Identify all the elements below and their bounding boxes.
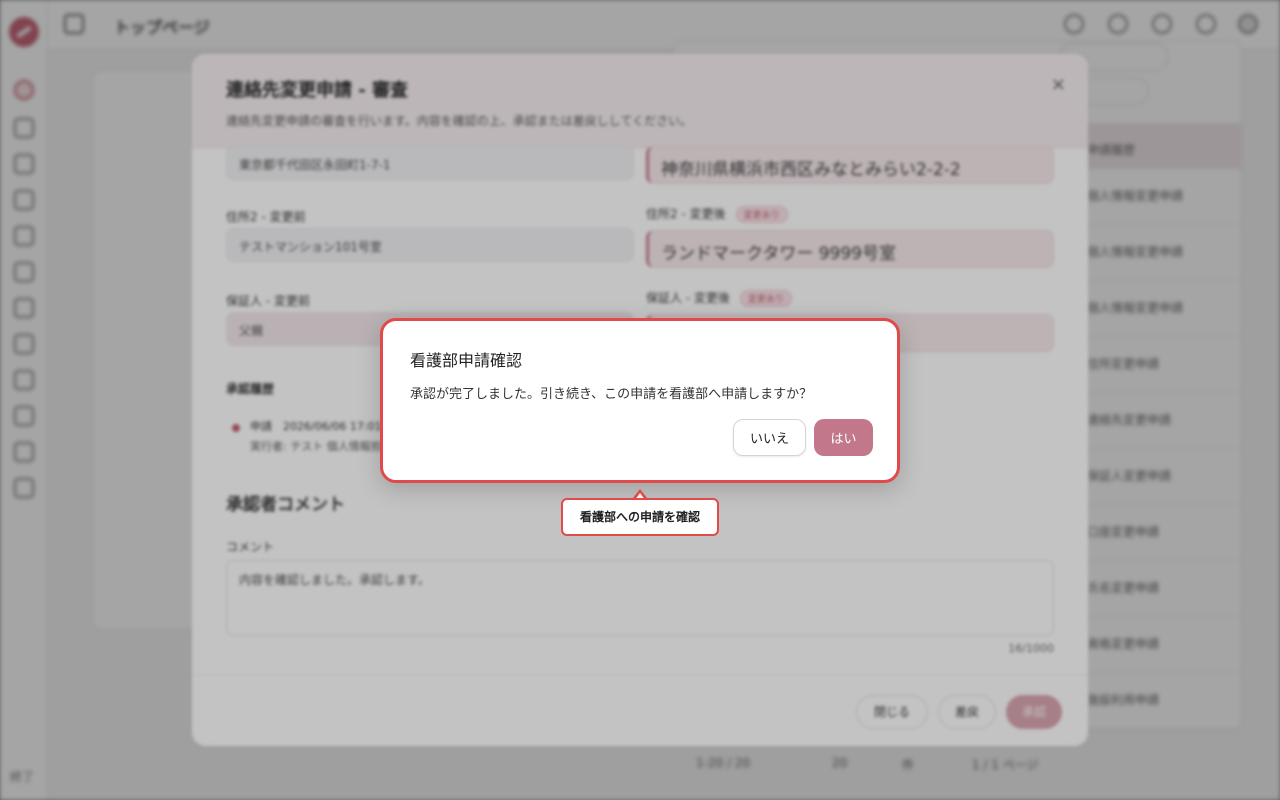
dialog-title: 看護部申請確認 [410, 351, 523, 370]
confirm-dialog: 看護部申請確認 承認が完了しました。引き続き、この申請を看護部へ申請しますか？ … [380, 318, 900, 483]
yes-button[interactable]: はい [814, 419, 873, 456]
dialog-message: 承認が完了しました。引き続き、この申請を看護部へ申請しますか？ [410, 387, 813, 402]
no-button[interactable]: いいえ [733, 419, 806, 456]
annotation-callout: 看護部への申請を確認 [561, 498, 719, 536]
